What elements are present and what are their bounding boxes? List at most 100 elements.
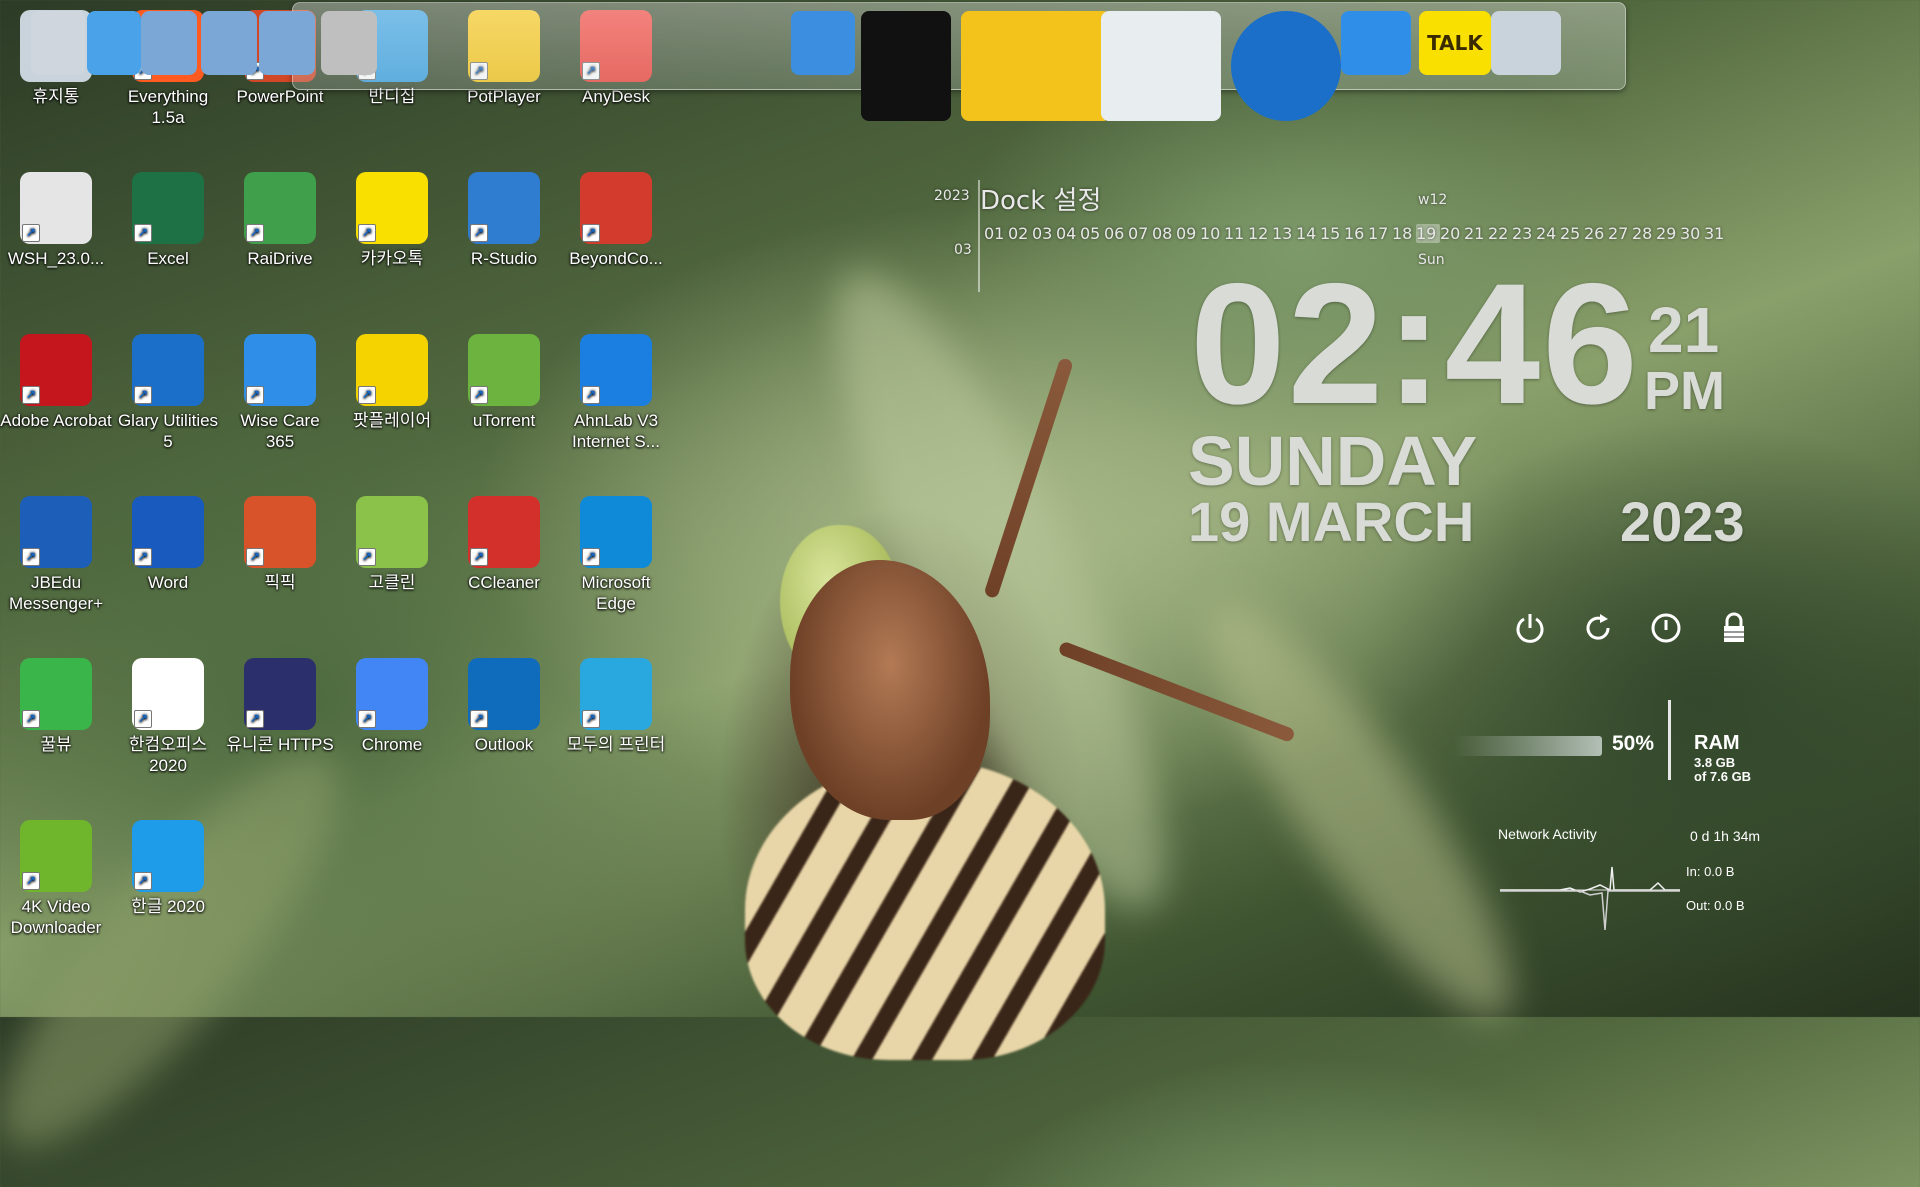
- wise-care-icon[interactable]: [1341, 11, 1411, 75]
- shortcut-arrow-icon: ↗: [22, 710, 40, 728]
- desktop-icon[interactable]: ↗ uTorrent: [448, 334, 560, 431]
- desktop-icon[interactable]: ↗ RaiDrive: [224, 172, 336, 269]
- glary-utilities-icon[interactable]: [1231, 11, 1341, 121]
- calendar-day[interactable]: 10: [1200, 224, 1224, 243]
- sleep-icon[interactable]: [1648, 610, 1684, 646]
- desktop-icon[interactable]: ↗ Microsoft Edge: [560, 496, 672, 614]
- wise-care-icon: ↗: [244, 334, 316, 406]
- calendar-day[interactable]: 01: [984, 224, 1008, 243]
- desktop-icon[interactable]: ↗ 꿀뷰: [0, 658, 112, 755]
- calendar-day[interactable]: 31: [1704, 224, 1728, 243]
- calendar-day[interactable]: 26: [1584, 224, 1608, 243]
- dock-settings-title[interactable]: Dock 설정: [980, 180, 1101, 217]
- tshirt-icon[interactable]: [861, 11, 951, 121]
- calendar-day[interactable]: 25: [1560, 224, 1584, 243]
- calendar-day[interactable]: 15: [1320, 224, 1344, 243]
- beyond-compare-icon: ↗: [580, 172, 652, 244]
- lock-icon[interactable]: [1716, 610, 1752, 646]
- desktop-icon-label: uTorrent: [472, 411, 536, 430]
- ram-divider: [1668, 700, 1671, 780]
- dock-item-text: TALK: [1427, 31, 1483, 55]
- clock-time: 02:46: [1190, 248, 1640, 440]
- tools-icon[interactable]: [321, 11, 377, 75]
- desktop-icon[interactable]: ↗ 모두의 프린터: [560, 658, 672, 755]
- globe-icon[interactable]: [791, 11, 855, 75]
- folder-icon[interactable]: [201, 11, 257, 75]
- desktop-icon[interactable]: ↗ WSH_23.0...: [0, 172, 112, 269]
- calendar-day[interactable]: 12: [1248, 224, 1272, 243]
- calendar-day[interactable]: 02: [1008, 224, 1032, 243]
- shortcut-arrow-icon: ↗: [358, 710, 376, 728]
- calendar-day[interactable]: 08: [1152, 224, 1176, 243]
- desktop-icon[interactable]: ↗ R-Studio: [448, 172, 560, 269]
- ahnlab-v3-icon: ↗: [580, 334, 652, 406]
- desktop-icon[interactable]: ↗ 유니콘 HTTPS: [224, 658, 336, 755]
- desktop-icon[interactable]: ↗ 한글 2020: [112, 820, 224, 917]
- calendar-day[interactable]: 14: [1296, 224, 1320, 243]
- calendar-day[interactable]: 22: [1488, 224, 1512, 243]
- desktop-icon[interactable]: ↗ Chrome: [336, 658, 448, 755]
- shortcut-arrow-icon: ↗: [358, 386, 376, 404]
- desktop-icon[interactable]: ↗ JBEdu Messenger+: [0, 496, 112, 614]
- calendar-day[interactable]: 17: [1368, 224, 1392, 243]
- calendar-day[interactable]: 23: [1512, 224, 1536, 243]
- calendar-day[interactable]: 09: [1176, 224, 1200, 243]
- edge-icon: ↗: [580, 496, 652, 568]
- folder-icon[interactable]: [141, 11, 197, 75]
- shortcut-arrow-icon: ↗: [582, 224, 600, 242]
- calendar-day[interactable]: 11: [1224, 224, 1248, 243]
- desktop-icon[interactable]: ↗ 4K Video Downloader: [0, 820, 112, 938]
- calendar-day[interactable]: 06: [1104, 224, 1128, 243]
- desktop-icon[interactable]: ↗ 카카오톡: [336, 172, 448, 269]
- calendar-day[interactable]: 05: [1080, 224, 1104, 243]
- calendar-day[interactable]: 20: [1440, 224, 1464, 243]
- desktop-icon[interactable]: ↗ 고클린: [336, 496, 448, 593]
- shortcut-arrow-icon: ↗: [470, 548, 488, 566]
- calendar-day[interactable]: 29: [1656, 224, 1680, 243]
- calendar-day[interactable]: 18: [1392, 224, 1416, 243]
- desktop-icon[interactable]: ↗ Adobe Acrobat: [0, 334, 112, 431]
- desktop-icon[interactable]: ↗ 픽픽: [224, 496, 336, 593]
- desktop-icon[interactable]: ↗ Word: [112, 496, 224, 593]
- calendar-day[interactable]: 16: [1344, 224, 1368, 243]
- ram-label: RAM: [1694, 732, 1740, 754]
- restart-icon[interactable]: [1580, 610, 1616, 646]
- folder-icon[interactable]: [259, 11, 315, 75]
- desktop-icon[interactable]: ↗ 팟플레이어: [336, 334, 448, 431]
- desktop-icon[interactable]: ↗ Wise Care 365: [224, 334, 336, 452]
- word-icon: ↗: [132, 496, 204, 568]
- ram-total: of 7.6 GB: [1694, 769, 1752, 784]
- calendar-day[interactable]: 03: [1032, 224, 1056, 243]
- network-computer-icon[interactable]: [31, 11, 85, 75]
- clock-date: 19 MARCH: [1188, 490, 1475, 553]
- calendar-day[interactable]: 27: [1608, 224, 1632, 243]
- network-activity-title: Network Activity: [1498, 826, 1597, 842]
- calendar-day[interactable]: 19: [1416, 224, 1440, 243]
- ram-used: 3.8 GB: [1694, 755, 1736, 770]
- recycle-bin-icon[interactable]: [1101, 11, 1221, 121]
- desktop-icon-label: 팟플레이어: [352, 411, 432, 430]
- desktop-icon-label: Everything 1.5a: [127, 87, 209, 127]
- hammer-icon[interactable]: [961, 11, 1111, 121]
- desktop-icon[interactable]: ↗ BeyondCo...: [560, 172, 672, 269]
- desktop-icon[interactable]: ↗ Outlook: [448, 658, 560, 755]
- desktop-icon[interactable]: ↗ CCleaner: [448, 496, 560, 593]
- globe-folder-icon[interactable]: [87, 11, 141, 75]
- kakaotalk-icon[interactable]: TALK: [1419, 11, 1491, 75]
- r-studio-icon[interactable]: [1491, 11, 1561, 75]
- desktop-icon[interactable]: ↗ Excel: [112, 172, 224, 269]
- desktop-icon[interactable]: ↗ Glary Utilities 5: [112, 334, 224, 452]
- calendar-day[interactable]: 21: [1464, 224, 1488, 243]
- calendar-day[interactable]: 24: [1536, 224, 1560, 243]
- ccleaner-icon: ↗: [468, 496, 540, 568]
- calendar-day[interactable]: 28: [1632, 224, 1656, 243]
- printer-icon: ↗: [580, 658, 652, 730]
- calendar-day[interactable]: 30: [1680, 224, 1704, 243]
- calendar-day[interactable]: 13: [1272, 224, 1296, 243]
- calendar-day[interactable]: 04: [1056, 224, 1080, 243]
- shortcut-arrow-icon: ↗: [134, 710, 152, 728]
- calendar-day[interactable]: 07: [1128, 224, 1152, 243]
- desktop-icon[interactable]: ↗ AhnLab V3 Internet S...: [560, 334, 672, 452]
- desktop-icon[interactable]: ↗ 한컴오피스 2020: [112, 658, 224, 776]
- power-icon[interactable]: [1512, 610, 1548, 646]
